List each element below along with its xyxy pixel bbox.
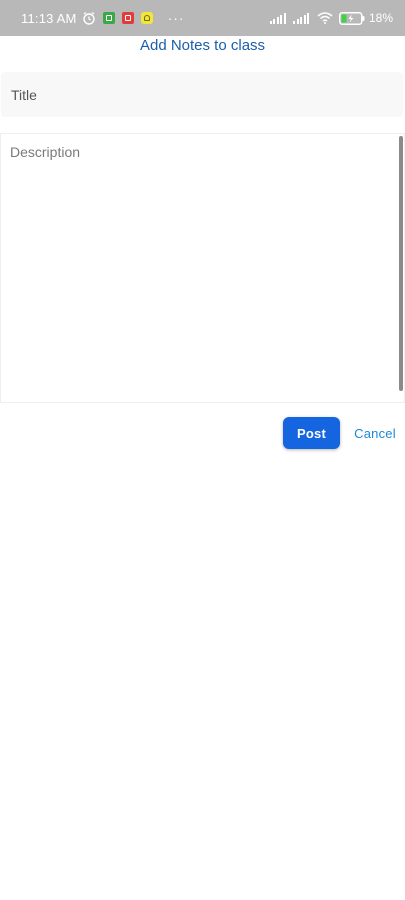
signal-strength-icon-1 (269, 12, 288, 24)
description-scrollbar[interactable] (399, 136, 403, 391)
status-bar: 11:13 AM ··· 18% (0, 0, 405, 36)
page-title: Add Notes to class (139, 37, 266, 54)
status-left: 11:13 AM ··· (21, 11, 185, 26)
signal-strength-icon-2 (293, 12, 311, 24)
snapchat-icon (140, 12, 153, 24)
title-input[interactable] (1, 72, 403, 117)
app-notification-icon-green (102, 12, 115, 24)
wifi-icon (317, 12, 333, 24)
cancel-button[interactable]: Cancel (348, 417, 402, 449)
screen: 11:13 AM ··· 18% Add Notes to class Titl… (0, 0, 405, 900)
more-notifications-icon: ··· (167, 10, 185, 26)
post-button[interactable]: Post (283, 417, 340, 449)
battery-percentage: 18% (368, 11, 393, 25)
battery-charging-icon (338, 11, 365, 25)
status-right: 18% (269, 11, 393, 25)
alarm-icon (82, 12, 95, 25)
description-field-container (0, 133, 405, 403)
status-time: 11:13 AM (21, 10, 77, 26)
description-input[interactable] (1, 134, 404, 402)
app-notification-icon-red (121, 12, 134, 24)
